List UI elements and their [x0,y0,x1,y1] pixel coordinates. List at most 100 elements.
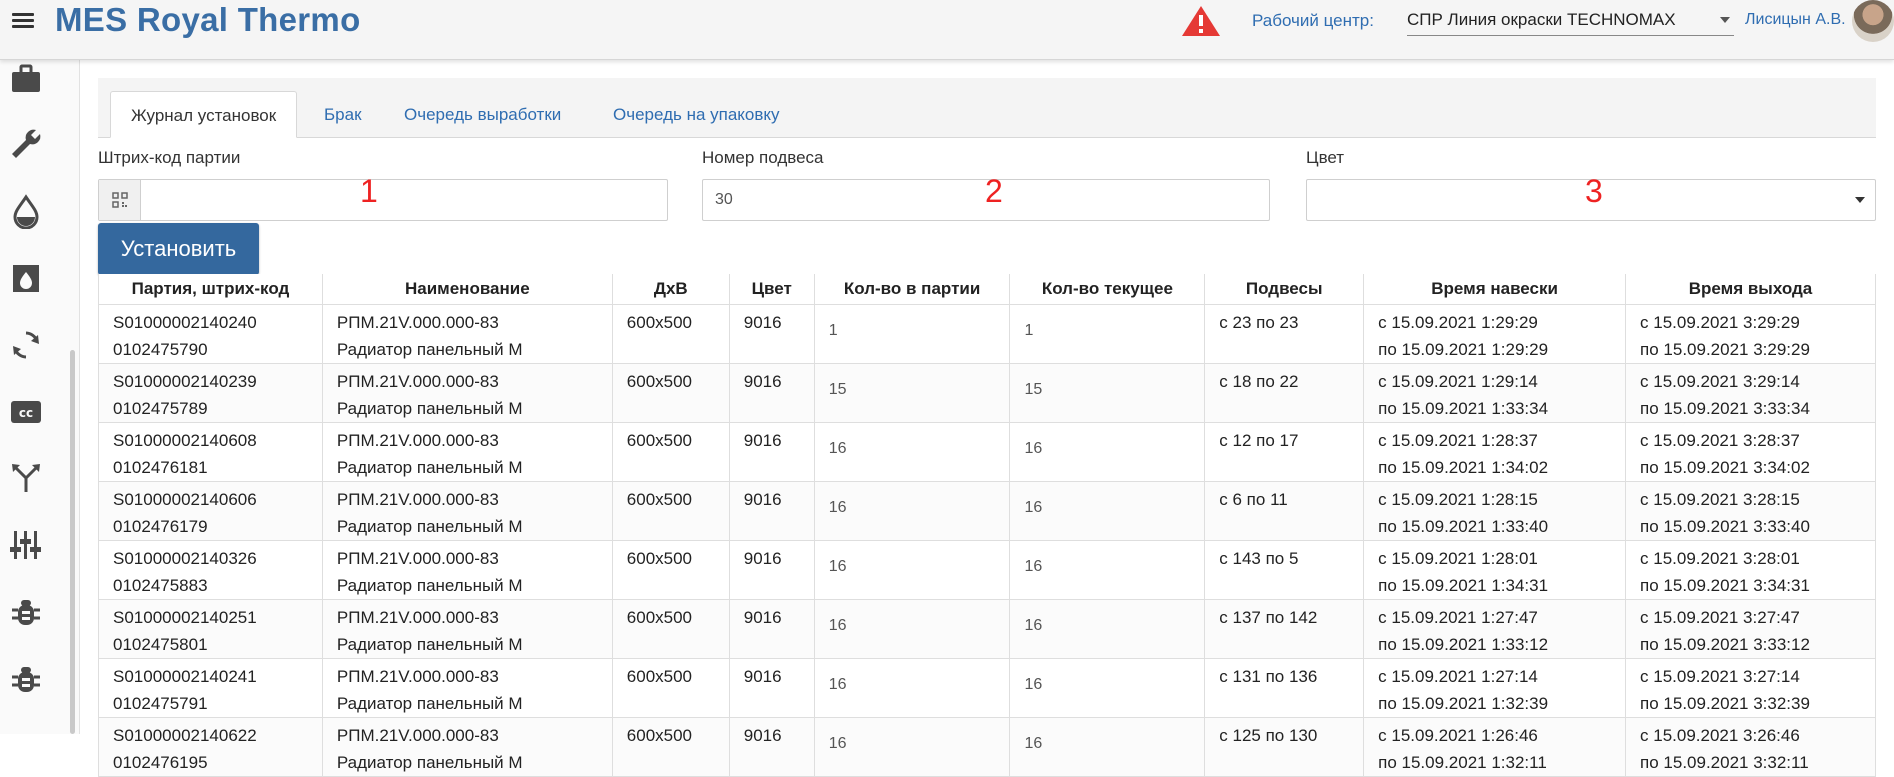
cell-text: с 15.09.2021 1:27:14 [1378,666,1538,686]
wrench-icon[interactable] [8,126,44,162]
cell-text: с 23 по 23 [1219,312,1299,332]
cell-text: РПМ.21V.000.000-83 [336,430,499,450]
table-cell: с 15.09.2021 3:27:47 по 15.09.2021 3:33:1… [1625,598,1876,659]
table-cell: 600x500 [611,421,730,482]
table-row[interactable]: S01000002140326 0102475883 РПМ.21V.000.000… [98,539,1876,600]
cell-text: с 18 по 22 [1219,371,1299,391]
avatar[interactable] [1852,0,1894,42]
cell-text: 0102475791 [113,693,208,713]
cell-text: с 15.09.2021 3:28:37 [1640,430,1800,450]
warning-icon[interactable] [1180,4,1222,38]
column-header[interactable]: Партия, штрих-код [98,274,323,305]
tab-bar: Журнал установок Брак Очередь выработки … [98,78,1876,138]
table-cell: с 15.09.2021 1:28:37 по 15.09.2021 1:34:0… [1363,421,1627,482]
table-cell: 600x500 [611,303,730,364]
qr-code-icon[interactable] [99,180,141,220]
column-header[interactable]: Наименование [321,274,613,305]
cell-text: по 15.09.2021 1:32:39 [1378,693,1549,713]
cell-text: РПМ.21V.000.000-83 [336,489,499,509]
cell-text: 600x500 [626,489,693,509]
workcenter-select[interactable]: СПР Линия окраски TECHNOMAX [1407,6,1734,36]
column-header[interactable]: Кол-во текущее [1009,274,1206,305]
table-cell: S01000002140240 0102475790 [98,303,323,364]
table-row[interactable]: S01000002140240 0102475790 РПМ.21V.000.000… [98,303,1876,364]
tab-defects[interactable]: Брак [304,91,382,138]
furnace-icon[interactable] [8,260,44,296]
briefcase-icon[interactable] [8,60,44,96]
cell-text: 1 [1024,321,1034,339]
cell-text: 16 [828,616,847,634]
chevron-down-icon [1855,197,1865,203]
table-cell: с 15.09.2021 3:26:46 по 15.09.2021 3:32:1… [1625,716,1876,777]
barcode-field[interactable] [98,179,668,221]
table-row[interactable]: S01000002140239 0102475789 РПМ.21V.000.000… [98,362,1876,423]
cell-text: Радиатор панельный М [336,516,523,536]
cc-icon[interactable]: cc [8,394,44,430]
cell-text: с 6 по 11 [1219,489,1288,509]
cell-text: по 15.09.2021 3:34:31 [1640,575,1810,595]
table-row[interactable]: S01000002140608 0102476181 РПМ.21V.000.000… [98,421,1876,482]
cell-text: 0102475789 [113,398,208,418]
column-header[interactable]: ДхВ [611,274,730,305]
cell-text: с 15.09.2021 1:29:29 [1378,312,1538,332]
table-cell: с 137 по 142 [1204,598,1365,659]
workcenter-label: Рабочий центр: [1252,11,1374,30]
table-row[interactable]: S01000002140251 0102475801 РПМ.21V.000.000… [98,598,1876,659]
refresh-icon[interactable] [8,327,44,363]
table-cell: 15 [813,362,1011,423]
cell-text: по 15.09.2021 1:29:29 [1378,339,1549,359]
merge-icon[interactable] [8,460,44,496]
cell-text: с 15.09.2021 3:28:15 [1640,489,1800,509]
column-header[interactable]: Кол-во в партии [813,274,1011,305]
marker-3: 3 [1585,173,1603,209]
table-cell: 16 [813,657,1011,718]
table-cell: 16 [813,598,1011,659]
tab-production-queue[interactable]: Очередь выработки [384,91,581,138]
cell-text: 9016 [743,548,782,568]
table-cell: 16 [1009,716,1206,777]
cell-text: S01000002140606 [113,489,257,509]
table-row[interactable]: S01000002140606 0102476179 РПМ.21V.000.000… [98,480,1876,541]
tab-install-log[interactable]: Журнал установок [110,91,298,138]
install-button[interactable]: Установить [98,223,259,275]
table-cell: 600x500 [611,539,730,600]
column-header[interactable]: Подвесы [1204,274,1365,305]
cell-text: S01000002140622 [113,725,257,745]
bug-icon[interactable] [8,594,44,630]
user-name[interactable]: Лисицын А.В. [1745,11,1846,29]
table-cell: с 15.09.2021 1:29:14 по 15.09.2021 1:33:3… [1363,362,1627,423]
cell-text: S01000002140326 [113,548,257,568]
cell-text: 16 [1024,498,1043,516]
column-header[interactable]: Время навески [1363,274,1627,305]
table-cell: РПМ.21V.000.000-83 Радиатор панельный М [321,303,613,364]
table-cell: с 6 по 11 [1204,480,1365,541]
tab-packing-queue[interactable]: Очередь на упаковку [593,91,800,138]
column-header[interactable]: Время выхода [1625,274,1876,305]
table-cell: с 15.09.2021 1:28:01 по 15.09.2021 1:34:3… [1363,539,1627,600]
table-cell: с 15.09.2021 1:27:14 по 15.09.2021 1:32:3… [1363,657,1627,718]
cell-text: с 125 по 130 [1219,725,1318,745]
drop-icon[interactable] [8,193,44,230]
column-header[interactable]: Цвет [728,274,815,305]
menu-icon[interactable] [12,10,38,32]
cell-text: 16 [1024,439,1043,457]
bug-icon[interactable] [8,661,44,697]
cell-text: 15 [828,380,847,398]
barcode-input[interactable] [99,180,667,220]
sidebar-scrollbar[interactable] [70,350,75,734]
table-row[interactable]: S01000002140622 0102476195 РПМ.21V.000.000… [98,716,1876,777]
cell-text: 9016 [743,312,782,332]
equalizer-icon[interactable] [8,527,44,563]
cell-text: Радиатор панельный М [336,398,523,418]
barcode-label: Штрих-код партии [98,148,241,167]
cell-text: с 137 по 142 [1219,607,1318,627]
cell-text: 9016 [743,666,782,686]
cell-text: с 131 по 136 [1219,666,1318,686]
table-row[interactable]: S01000002140241 0102475791 РПМ.21V.000.000… [98,657,1876,718]
cell-text: с 15.09.2021 1:29:14 [1378,371,1538,391]
cell-text: 16 [828,675,847,693]
cell-text: 0102475883 [113,575,208,595]
table-cell: 9016 [728,716,815,777]
table-header-row: Партия, штрих-код Наименование ДхВ Цвет … [98,274,1876,305]
cell-text: 16 [1024,675,1043,693]
